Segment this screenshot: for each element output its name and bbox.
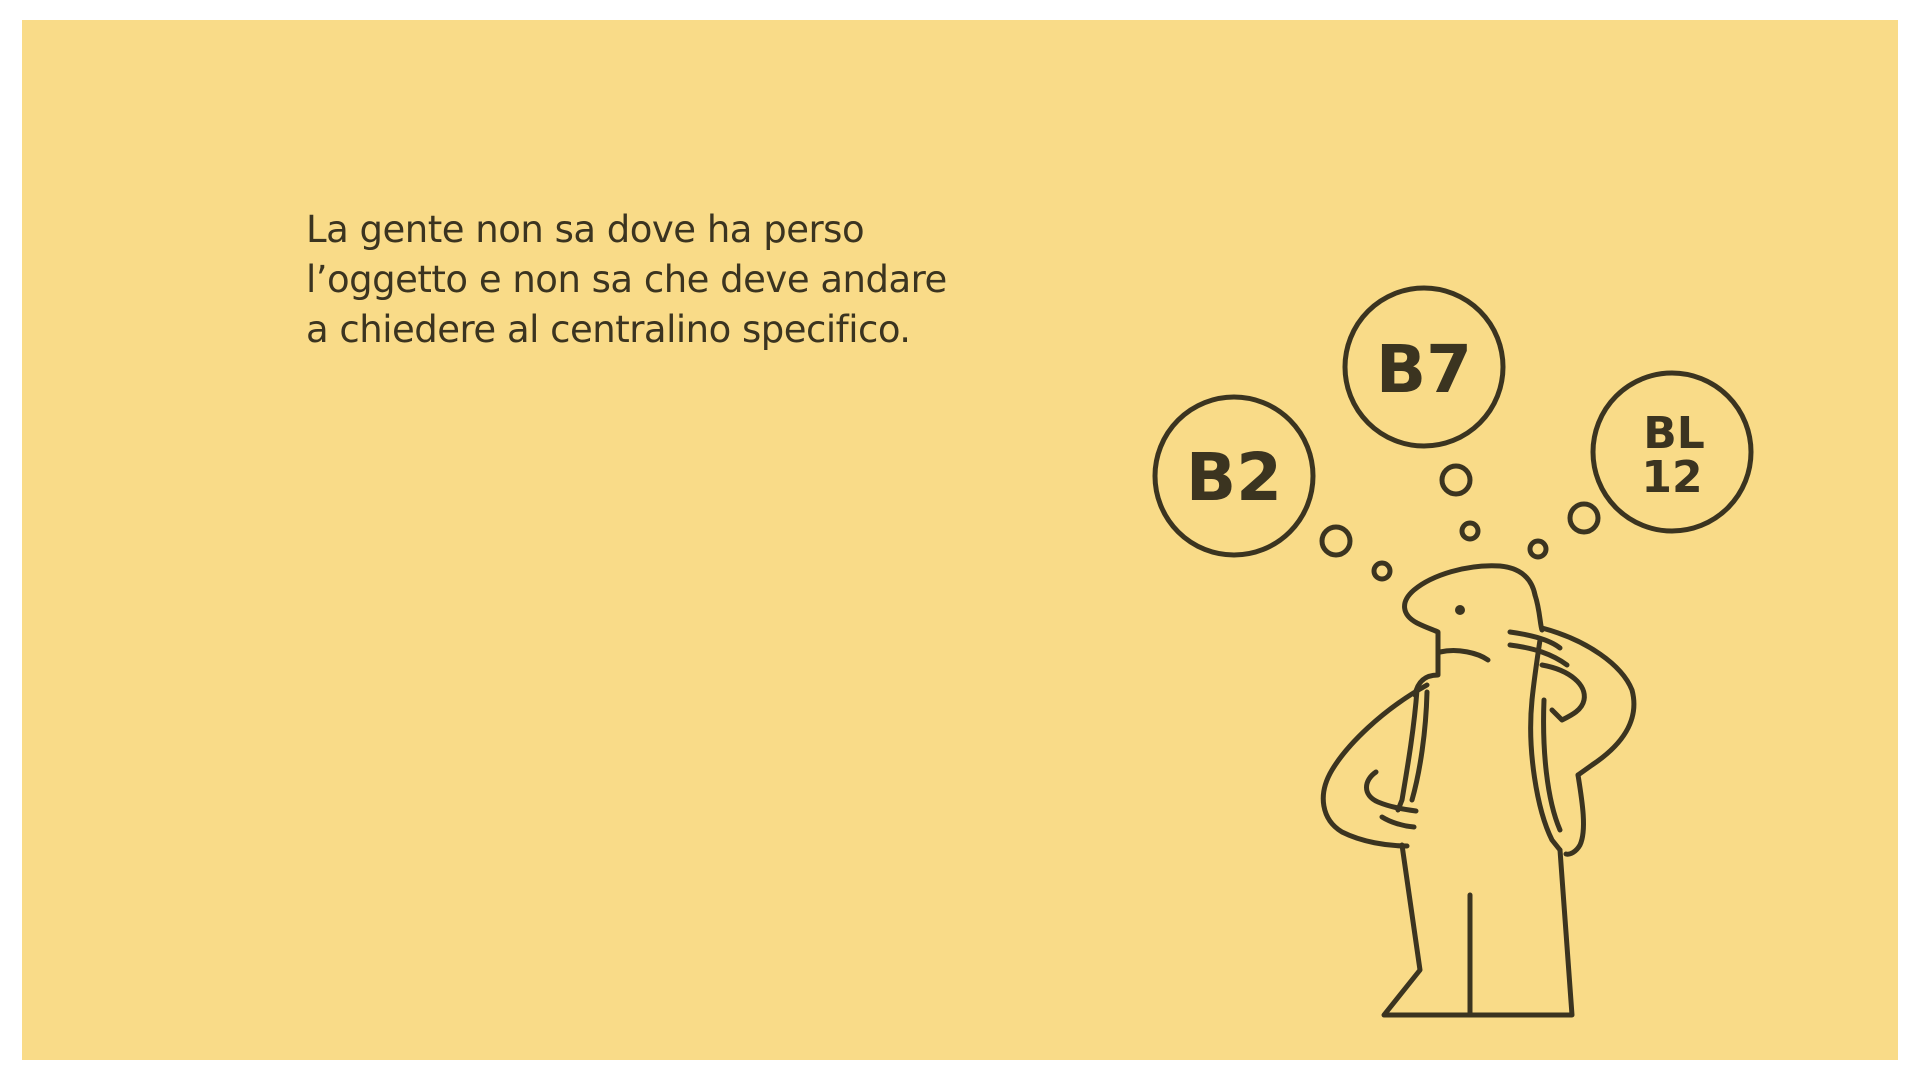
bubble-b2-label: B2 <box>1186 439 1282 516</box>
person-left-arm-outer <box>1320 682 1430 849</box>
slide-background: La gente non sa dove ha perso l’oggetto … <box>22 20 1898 1060</box>
person-left-finger <box>1379 814 1417 830</box>
thought-dots <box>1319 463 1601 582</box>
bubble-b7-label: B7 <box>1376 331 1472 408</box>
person-mouth <box>1437 648 1491 663</box>
thought-bubble-b7: B7 <box>1342 285 1506 449</box>
bubble-bl12-label-line2: 12 <box>1641 452 1702 503</box>
thought-bubble-bl12: BL 12 <box>1590 370 1754 534</box>
thought-bubble-b2: B2 <box>1152 394 1316 558</box>
person-legs-outline <box>1381 842 1575 1018</box>
person-right-elbow <box>1563 772 1586 857</box>
person-back-head <box>1532 592 1545 633</box>
confused-person-illustration: B2 B7 BL 12 <box>1152 285 1754 1018</box>
person-right-torso-inner <box>1541 697 1563 833</box>
person-eye <box>1455 605 1465 615</box>
person-left-hand <box>1364 769 1419 814</box>
person-right-hand <box>1539 662 1587 723</box>
person-figure <box>1320 563 1637 1018</box>
person-right-arm-outer <box>1539 625 1637 778</box>
